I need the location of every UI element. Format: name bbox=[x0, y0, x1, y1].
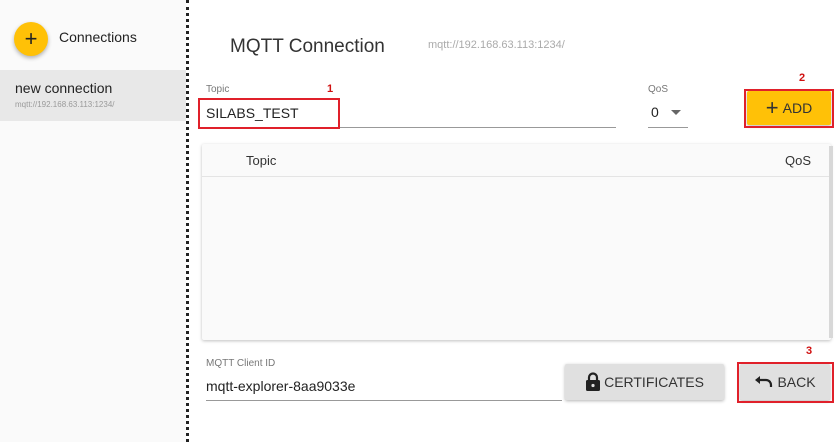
caret-down-icon bbox=[671, 110, 681, 115]
connection-url: mqtt://192.168.63.113:1234/ bbox=[15, 100, 115, 109]
subscriptions-table: Topic QoS bbox=[202, 144, 831, 340]
client-id-label: MQTT Client ID bbox=[206, 358, 276, 369]
annotation-box-2 bbox=[744, 89, 834, 128]
sidebar-title: Connections bbox=[59, 29, 137, 45]
qos-label: QoS bbox=[648, 84, 669, 95]
certificates-button[interactable]: CERTIFICATES bbox=[565, 364, 724, 400]
table-scrollbar[interactable] bbox=[829, 146, 833, 338]
sidebar-divider bbox=[186, 0, 189, 442]
connection-name: new connection bbox=[15, 80, 113, 96]
annotation-marker-1: 1 bbox=[327, 83, 334, 95]
connection-item[interactable]: new connection mqtt://192.168.63.113:123… bbox=[0, 70, 186, 121]
annotation-box-3 bbox=[737, 362, 834, 403]
column-header-topic: Topic bbox=[246, 153, 277, 168]
annotation-marker-2: 2 bbox=[799, 72, 806, 84]
annotation-box-1 bbox=[198, 98, 340, 129]
client-id-input[interactable] bbox=[206, 377, 556, 395]
annotation-marker-3: 3 bbox=[806, 345, 813, 357]
client-id-underline bbox=[206, 400, 562, 401]
qos-underline bbox=[648, 127, 688, 128]
add-connection-button[interactable]: + bbox=[14, 22, 48, 56]
connection-url-header: mqtt://192.168.63.113:1234/ bbox=[428, 39, 565, 51]
page-title: MQTT Connection bbox=[230, 36, 385, 57]
table-header: Topic QoS bbox=[202, 144, 831, 177]
lock-icon bbox=[585, 372, 601, 392]
certificates-label: CERTIFICATES bbox=[604, 374, 704, 390]
topic-label: Topic bbox=[206, 84, 230, 95]
column-header-qos: QoS bbox=[784, 153, 811, 168]
app-root: + Connections new connection mqtt://192.… bbox=[0, 0, 840, 442]
plus-icon: + bbox=[24, 26, 38, 51]
sidebar: + Connections new connection mqtt://192.… bbox=[0, 0, 186, 442]
qos-select[interactable]: 0 bbox=[651, 104, 659, 120]
